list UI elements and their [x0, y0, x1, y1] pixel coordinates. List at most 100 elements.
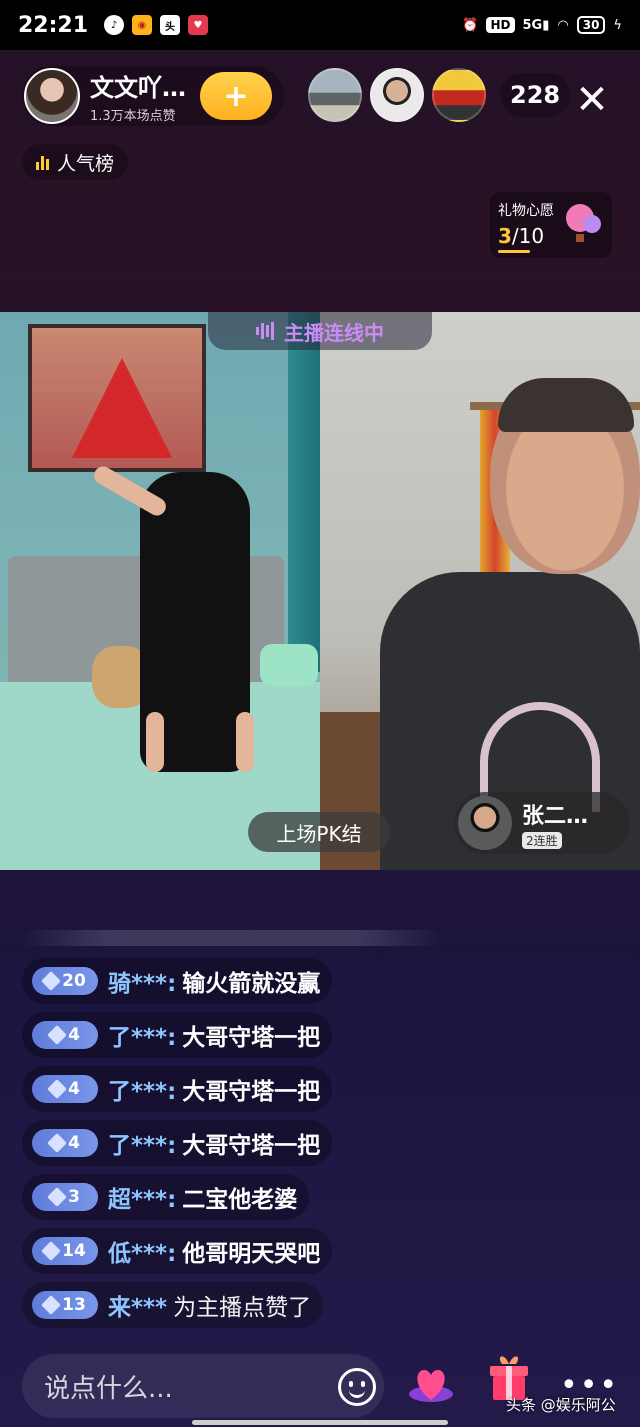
link-status-tag: 主播连线中	[208, 312, 432, 350]
hd-badge: HD	[486, 17, 515, 33]
opponent-info: 张二… 2连胜	[522, 798, 588, 849]
pillow	[260, 644, 318, 686]
signal-label: 5G	[522, 17, 543, 33]
person-hair	[498, 378, 634, 432]
bottom-bar: 说点什么... •••	[0, 1348, 640, 1427]
comment-text: 大哥守塔一把	[182, 1025, 321, 1051]
comment-user[interactable]: 了***:	[108, 1072, 176, 1106]
comment-text: 二宝他老婆	[182, 1187, 298, 1213]
status-app-icons: ♪ ◉ 头 ♥	[104, 15, 209, 35]
diamond-icon	[41, 1295, 62, 1315]
level-badge: 14	[32, 1237, 98, 1265]
level-number: 3	[68, 1187, 80, 1207]
music-app-icon: ♪	[104, 15, 125, 35]
level-number: 14	[62, 1241, 86, 1261]
diamond-icon	[41, 971, 62, 991]
status-time: 22:21	[18, 12, 89, 38]
battery-icon: 30	[576, 16, 606, 34]
host-bar: 文文吖… 1.3万本场点赞 +	[22, 66, 284, 126]
heart-app-icon: ♥	[188, 15, 209, 35]
host-avatar[interactable]	[24, 68, 80, 124]
alarm-icon: ⏰	[462, 17, 479, 33]
weibo-icon: ◉	[132, 15, 153, 35]
person-arm	[236, 712, 254, 772]
comment-list[interactable]: 20 骑***: 输火箭就没赢 4 了***: 大哥守塔一把 4 了***: 大…	[22, 930, 442, 1336]
emoji-icon[interactable]	[338, 1368, 376, 1406]
opponent-avatar[interactable]	[458, 796, 512, 850]
signal-icon: 5G▮	[522, 17, 550, 33]
link-status-label: 主播连线中	[284, 320, 384, 345]
comment-input[interactable]: 说点什么...	[22, 1354, 384, 1418]
comment-user[interactable]: 超***:	[108, 1180, 176, 1214]
diamond-icon	[41, 1241, 62, 1261]
comment-item[interactable]: 13 来*** 为主播点赞了	[22, 1282, 324, 1328]
comment-text: 大哥守塔一把	[182, 1133, 321, 1159]
plus-icon: +	[223, 78, 249, 114]
level-badge: 3	[32, 1183, 98, 1211]
diamond-icon	[47, 1079, 67, 1099]
pk-result-button[interactable]: 上场PK结	[248, 812, 390, 852]
win-streak-badge: 2连胜	[522, 831, 562, 849]
viewer-avatar[interactable]	[308, 68, 362, 122]
curtain	[288, 312, 320, 672]
gift-wish-progress-bar	[498, 250, 530, 253]
comment-item[interactable]: 4 了***: 大哥守塔一把	[22, 1066, 333, 1112]
comment-item[interactable]: 4 了***: 大哥守塔一把	[22, 1012, 333, 1058]
comment-text: 他哥明天哭吧	[182, 1241, 321, 1267]
comment-user[interactable]: 骑***:	[108, 964, 176, 998]
faded-comment	[22, 930, 442, 946]
watermark: 头条 @娱乐阿公	[506, 1396, 616, 1414]
gift-wish-card[interactable]: 礼物心愿 3/10	[490, 192, 612, 258]
popularity-ranking-button[interactable]: 人气榜	[22, 144, 129, 180]
close-icon[interactable]: ✕	[570, 80, 614, 124]
host-likes: 1.3万本场点赞	[90, 109, 176, 124]
comment-item[interactable]: 4 了***: 大哥守塔一把	[22, 1120, 333, 1166]
comment-text: 输火箭就没赢	[182, 971, 321, 997]
comment-item[interactable]: 3 超***: 二宝他老婆	[22, 1174, 310, 1220]
viewer-list: 228	[308, 68, 571, 122]
bar-chart-icon	[36, 154, 49, 170]
comment-user[interactable]: 低***:	[108, 1234, 176, 1268]
person-arm	[146, 712, 164, 772]
follow-button[interactable]: +	[200, 72, 272, 120]
host-video[interactable]	[0, 312, 320, 870]
opponent-pill[interactable]: 张二… 2连胜	[454, 792, 630, 854]
status-indicators: ⏰ HD 5G▮ ◠ 30 ϟ	[462, 16, 622, 34]
host-pill[interactable]: 文文吖… 1.3万本场点赞 +	[22, 66, 284, 126]
opponent-video[interactable]	[320, 312, 640, 870]
charging-icon: ϟ	[613, 17, 622, 33]
level-number: 20	[62, 971, 86, 991]
comment-input-placeholder: 说点什么...	[44, 1373, 173, 1404]
like-heart-icon[interactable]	[408, 1364, 454, 1406]
diamond-icon	[47, 1025, 67, 1045]
level-number: 4	[68, 1133, 80, 1153]
host-info: 文文吖… 1.3万本场点赞	[90, 68, 186, 124]
wifi-icon: ◠	[557, 17, 569, 33]
viewer-avatar[interactable]	[432, 68, 486, 122]
opponent-name: 张二…	[522, 803, 589, 829]
home-indicator[interactable]	[192, 1420, 448, 1425]
gift-wish-current: 3	[498, 224, 512, 248]
level-number: 4	[68, 1079, 80, 1099]
comment-user[interactable]: 了***:	[108, 1126, 176, 1160]
comment-item[interactable]: 20 骑***: 输火箭就没赢	[22, 958, 333, 1004]
toutiao-icon: 头	[160, 15, 181, 35]
host-name: 文文吖…	[90, 74, 186, 102]
diamond-icon	[47, 1187, 67, 1207]
comment-text: 大哥守塔一把	[182, 1079, 321, 1105]
level-badge: 4	[32, 1075, 98, 1103]
level-number: 13	[62, 1295, 86, 1315]
comment-user[interactable]: 来***	[108, 1288, 167, 1322]
comment-item[interactable]: 14 低***: 他哥明天哭吧	[22, 1228, 333, 1274]
comment-user[interactable]: 了***:	[108, 1018, 176, 1052]
ranking-label: 人气榜	[57, 152, 115, 175]
hot-air-balloon-icon	[566, 204, 601, 242]
level-badge: 4	[32, 1021, 98, 1049]
gift-wish-total: /10	[511, 224, 545, 248]
wall-painting	[28, 324, 206, 472]
video-area[interactable]: 主播连线中 上场PK结 张二… 2连胜	[0, 312, 640, 870]
level-badge: 13	[32, 1291, 98, 1319]
viewer-count[interactable]: 228	[500, 73, 571, 117]
diamond-icon	[47, 1133, 67, 1153]
viewer-avatar[interactable]	[370, 68, 424, 122]
